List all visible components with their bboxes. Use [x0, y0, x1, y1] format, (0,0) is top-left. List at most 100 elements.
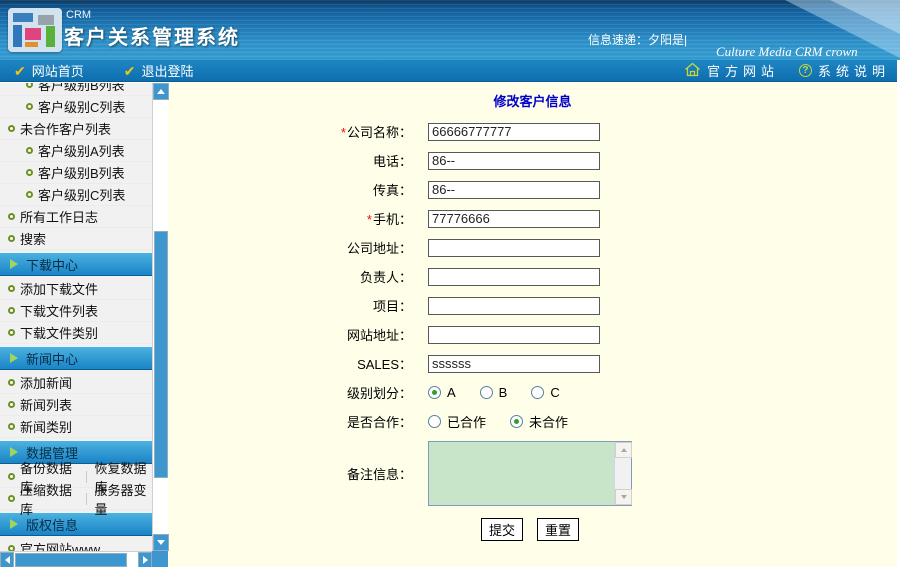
- sidebar-item-label: 官方网站www…: [20, 542, 114, 551]
- bullet-icon: [26, 169, 33, 176]
- bullet-icon: [8, 285, 15, 292]
- radio-icon[interactable]: [479, 386, 493, 399]
- bullet-icon: [26, 103, 33, 110]
- arrow-right-icon: [142, 556, 148, 564]
- textarea-scroll-down-button[interactable]: [615, 489, 632, 505]
- sidebar-item[interactable]: 搜索: [0, 228, 152, 250]
- sidebar-section-header[interactable]: 新闻中心: [0, 346, 152, 370]
- logo-block: [46, 26, 55, 47]
- sidebar-item[interactable]: 下载文件类别: [0, 322, 152, 344]
- radio-option[interactable]: 未合作: [510, 412, 568, 431]
- sidebar-item[interactable]: 所有工作日志: [0, 206, 152, 228]
- radio-option-label: 未合作: [529, 415, 569, 430]
- radio-icon[interactable]: [428, 386, 441, 399]
- sidebar-item[interactable]: 客户级别C列表: [0, 96, 152, 118]
- form-row: 公司地址：: [168, 238, 897, 257]
- section-arrow-icon: [10, 519, 18, 529]
- scroll-right-button[interactable]: [138, 552, 152, 567]
- sidebar-item-label[interactable]: 压缩数据库: [20, 480, 78, 518]
- sidebar-item-label: 客户级别C列表: [38, 188, 126, 203]
- content-area: 客户级别B列表 客户级别C列表 未合作客户列表 客户级别A列表 客户级别B列表 …: [0, 83, 900, 567]
- divider: [85, 492, 87, 505]
- sidebar-menu: 客户级别B列表 客户级别C列表 未合作客户列表 客户级别A列表 客户级别B列表 …: [0, 83, 152, 551]
- sidebar-item-label[interactable]: 服务器变量: [94, 480, 152, 518]
- field-label: *手机：: [366, 212, 412, 227]
- radio-option[interactable]: 已合作: [428, 412, 486, 431]
- sidebar-item-label: 添加新闻: [20, 376, 73, 391]
- sidebar-item[interactable]: 未合作客户列表: [0, 118, 152, 140]
- radio-row: 级别划分： A B C: [168, 383, 897, 402]
- form-row: *公司名称：: [168, 122, 897, 141]
- text-input[interactable]: [428, 354, 600, 373]
- sidebar-item[interactable]: 下载文件列表: [0, 300, 152, 322]
- text-input[interactable]: [428, 267, 600, 286]
- main-panel: 修改客户信息 *公司名称： 电话： 传真： *手机： 公司地址： 负责人：: [168, 83, 900, 567]
- form-row: 负责人：: [168, 267, 897, 286]
- sidebar-item-label: 客户级别A列表: [38, 144, 125, 159]
- field-label: 项目：: [372, 299, 412, 314]
- sidebar-section-header[interactable]: 下载中心: [0, 252, 152, 276]
- reset-button[interactable]: 重置: [537, 518, 580, 541]
- check-icon: ✔: [123, 62, 136, 79]
- submit-button[interactable]: 提交: [480, 518, 523, 541]
- radio-options: 已合作 未合作: [428, 412, 592, 431]
- textarea-scrollbar[interactable]: [614, 442, 632, 505]
- nav-help-link[interactable]: ? 系统说明: [798, 61, 890, 80]
- field-label: 传真：: [372, 183, 412, 198]
- arrow-up-icon: [157, 89, 165, 94]
- textarea-scroll-up-button[interactable]: [615, 442, 632, 458]
- check-icon: ✔: [14, 62, 26, 79]
- field-label: 负责人：: [359, 270, 412, 285]
- sidebar-item-label: 下载文件类别: [20, 326, 99, 341]
- scroll-up-button[interactable]: [153, 83, 169, 100]
- form-row: 项目：: [168, 296, 897, 315]
- text-input[interactable]: [428, 238, 600, 257]
- horizontal-scrollbar-thumb[interactable]: [15, 553, 127, 567]
- sidebar-item[interactable]: 客户级别A列表: [0, 140, 152, 162]
- text-input[interactable]: [428, 296, 600, 315]
- sidebar-item[interactable]: 客户级别B列表: [0, 83, 152, 96]
- sidebar-item[interactable]: 官方网站www…: [0, 538, 152, 551]
- radio-option-label: C: [550, 385, 560, 400]
- sidebar-item[interactable]: 添加下载文件: [0, 278, 152, 300]
- form-title: 修改客户信息: [493, 94, 572, 109]
- radio-icon[interactable]: [428, 415, 441, 428]
- scroll-down-button[interactable]: [153, 534, 169, 551]
- radio-option[interactable]: C: [531, 385, 560, 400]
- radio-options: A B C: [428, 385, 584, 400]
- sidebar-horizontal-scrollbar[interactable]: [0, 551, 152, 567]
- help-icon: ?: [798, 64, 812, 77]
- text-input[interactable]: [428, 122, 600, 141]
- scroll-left-button[interactable]: [0, 552, 14, 567]
- memo-textarea-box[interactable]: [428, 441, 632, 506]
- memo-input[interactable]: [429, 442, 614, 505]
- sidebar-vertical-scrollbar[interactable]: [152, 83, 169, 551]
- radio-option[interactable]: B: [479, 385, 507, 400]
- nav-help-label: 系统说明: [817, 64, 890, 79]
- text-input[interactable]: [428, 325, 600, 344]
- text-input[interactable]: [428, 180, 600, 199]
- radio-icon[interactable]: [531, 386, 545, 399]
- app-header: CRM 客户关系管理系统 信息速递：夕阳是| Culture Media CRM…: [0, 0, 900, 60]
- form-row: 传真：: [168, 180, 897, 199]
- sidebar-item[interactable]: 客户级别B列表: [0, 162, 152, 184]
- nav-home-link[interactable]: ✔ 网站首页: [14, 61, 84, 80]
- bullet-icon: [8, 235, 15, 242]
- logo-block: [13, 13, 33, 22]
- text-input[interactable]: [428, 151, 600, 170]
- logo-block: [25, 42, 38, 47]
- radio-option[interactable]: A: [428, 385, 456, 400]
- radio-icon[interactable]: [510, 415, 524, 428]
- nav-official-site-link[interactable]: 官方网站: [684, 61, 779, 80]
- sidebar-item[interactable]: 客户级别C列表: [0, 184, 152, 206]
- sidebar: 客户级别B列表 客户级别C列表 未合作客户列表 客户级别A列表 客户级别B列表 …: [0, 83, 169, 567]
- text-input[interactable]: [428, 209, 600, 228]
- sidebar-item[interactable]: 添加新闻: [0, 372, 152, 394]
- bullet-icon: [8, 213, 15, 220]
- logo-block: [13, 25, 22, 47]
- nav-logout-link[interactable]: ✔ 退出登陆: [124, 61, 194, 80]
- sidebar-item[interactable]: 新闻类别: [0, 416, 152, 438]
- sidebar-item[interactable]: 新闻列表: [0, 394, 152, 416]
- brand-slogan: Culture Media CRM crown: [716, 44, 858, 59]
- vertical-scrollbar-thumb[interactable]: [154, 231, 168, 478]
